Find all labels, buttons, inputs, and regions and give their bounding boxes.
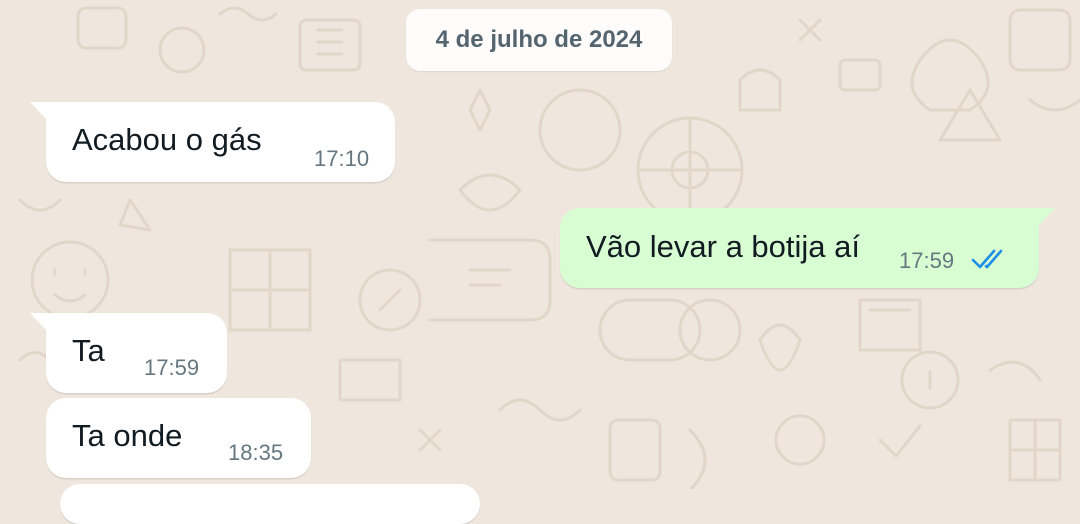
- bubble-tail-icon: [30, 313, 47, 331]
- incoming-message[interactable]: Ta onde 18:35: [46, 398, 311, 478]
- bubble-tail-icon: [1038, 208, 1055, 226]
- message-text: Ta: [72, 333, 105, 368]
- date-divider: 4 de julho de 2024: [406, 9, 672, 71]
- outgoing-message[interactable]: Vão levar a botija aí 17:59: [560, 208, 1055, 288]
- incoming-message[interactable]: [60, 484, 480, 524]
- message-time: 18:35: [228, 440, 284, 465]
- incoming-message[interactable]: Ta 17:59: [30, 313, 227, 393]
- message-text: Ta onde: [72, 418, 183, 453]
- message-time: 17:59: [144, 355, 200, 380]
- incoming-message[interactable]: Acabou o gás 17:10: [30, 102, 395, 182]
- message-text: Vão levar a botija aí: [586, 229, 861, 264]
- double-check-icon: [971, 249, 1003, 269]
- message-time: 17:59: [899, 248, 955, 273]
- bubble-tail-icon: [30, 102, 47, 120]
- message-time: 17:10: [314, 146, 370, 171]
- message-text: Acabou o gás: [72, 122, 262, 157]
